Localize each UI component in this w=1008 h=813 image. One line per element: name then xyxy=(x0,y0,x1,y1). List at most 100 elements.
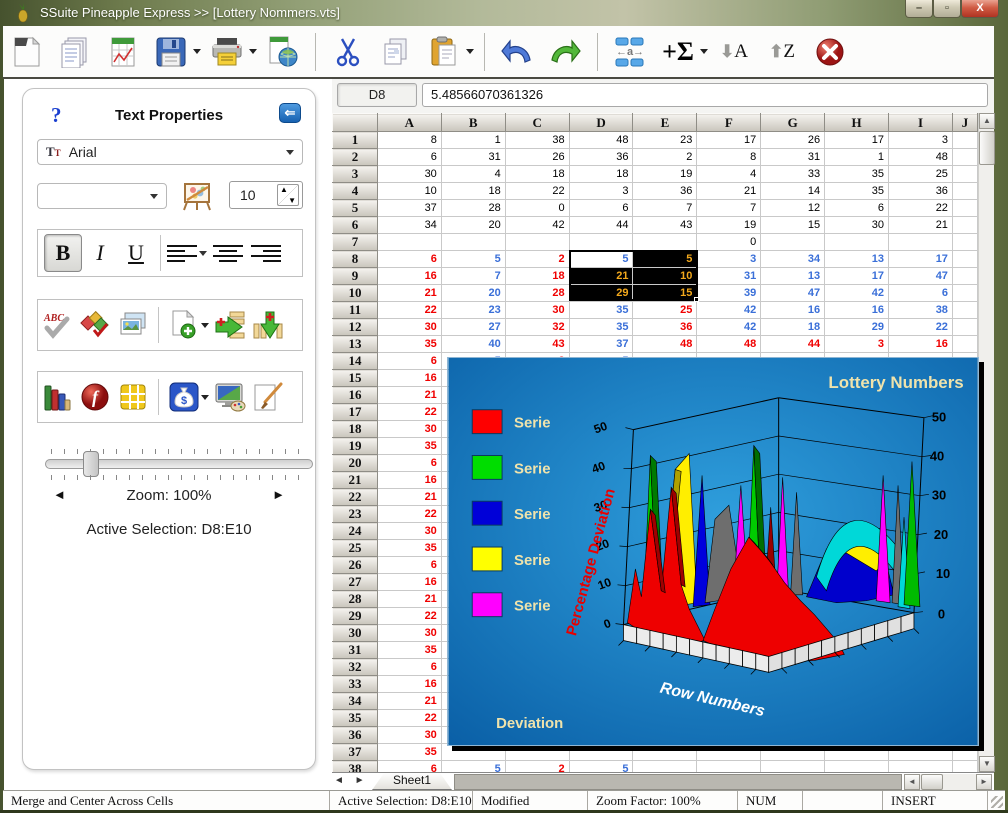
paste-menu-caret[interactable] xyxy=(466,49,474,54)
cell[interactable] xyxy=(697,761,761,773)
scroll-right-icon[interactable]: ► xyxy=(976,774,992,790)
cell[interactable]: 32 xyxy=(505,319,569,336)
row-header-10[interactable]: 10 xyxy=(333,285,378,302)
cell[interactable]: 20 xyxy=(441,217,505,234)
row-header-15[interactable]: 15 xyxy=(333,370,378,387)
cell[interactable]: 22 xyxy=(377,608,441,625)
cell[interactable]: 6 xyxy=(377,455,441,472)
cell[interactable]: 6 xyxy=(377,149,441,166)
cell[interactable]: 47 xyxy=(889,268,953,285)
cell[interactable]: 30 xyxy=(377,727,441,744)
sort-ascending-button[interactable]: ⬆Z xyxy=(762,32,802,72)
column-header-I[interactable]: I xyxy=(889,114,953,132)
add-sheet-button[interactable] xyxy=(165,305,203,345)
row-header-20[interactable]: 20 xyxy=(333,455,378,472)
insert-image-button[interactable] xyxy=(114,305,152,345)
row-header-8[interactable]: 8 xyxy=(333,251,378,268)
screen-theme-button[interactable] xyxy=(211,377,249,417)
cell[interactable]: 38 xyxy=(505,132,569,149)
cell[interactable] xyxy=(761,744,825,761)
cell[interactable]: 31 xyxy=(441,149,505,166)
cell[interactable]: 21 xyxy=(697,183,761,200)
scroll-up-icon[interactable]: ▲ xyxy=(979,113,995,129)
scroll-down-icon[interactable]: ▼ xyxy=(979,756,995,772)
cell[interactable]: 30 xyxy=(825,217,889,234)
open-copies-button[interactable] xyxy=(55,32,95,72)
font-size-stepper[interactable]: ▲ ▼ xyxy=(277,184,299,206)
cell[interactable] xyxy=(889,744,953,761)
horizontal-scrollbar[interactable]: ◄ ► xyxy=(904,774,992,790)
bold-button[interactable]: B xyxy=(44,234,82,272)
cell[interactable]: 6 xyxy=(889,285,953,302)
cell[interactable] xyxy=(569,744,633,761)
cell[interactable]: 18 xyxy=(441,183,505,200)
cell[interactable]: 21 xyxy=(377,489,441,506)
row-header-28[interactable]: 28 xyxy=(333,591,378,608)
cell[interactable]: 30 xyxy=(377,166,441,183)
cell[interactable]: 31 xyxy=(697,268,761,285)
column-header-G[interactable]: G xyxy=(761,114,825,132)
cell[interactable]: 4 xyxy=(697,166,761,183)
row-header-24[interactable]: 24 xyxy=(333,523,378,540)
spell-check-button[interactable]: ABC xyxy=(38,305,76,345)
cell[interactable]: 18 xyxy=(761,319,825,336)
cell[interactable] xyxy=(633,234,697,251)
cell[interactable] xyxy=(952,200,977,217)
cell[interactable]: 7 xyxy=(697,200,761,217)
row-header-2[interactable]: 2 xyxy=(333,149,378,166)
cell[interactable]: 17 xyxy=(825,132,889,149)
cell[interactable]: 8 xyxy=(697,149,761,166)
cell[interactable] xyxy=(633,761,697,773)
cell[interactable]: 15 xyxy=(633,285,697,302)
spreadsheet-document-button[interactable] xyxy=(103,32,143,72)
row-header-9[interactable]: 9 xyxy=(333,268,378,285)
print-menu-caret[interactable] xyxy=(249,49,257,54)
cell[interactable]: 16 xyxy=(377,472,441,489)
cell[interactable]: 21 xyxy=(377,285,441,302)
row-header-4[interactable]: 4 xyxy=(333,183,378,200)
cell[interactable]: 7 xyxy=(633,200,697,217)
save-button[interactable] xyxy=(151,32,191,72)
cell[interactable]: 0 xyxy=(505,200,569,217)
cell[interactable]: 35 xyxy=(377,744,441,761)
column-header-F[interactable]: F xyxy=(697,114,761,132)
cell[interactable]: 5 xyxy=(633,251,697,268)
merge-cells-button[interactable]: ←a→ xyxy=(610,32,650,72)
row-header-36[interactable]: 36 xyxy=(333,727,378,744)
cell[interactable]: 36 xyxy=(569,149,633,166)
row-header-13[interactable]: 13 xyxy=(333,336,378,353)
row-header-18[interactable]: 18 xyxy=(333,421,378,438)
close-button[interactable]: X xyxy=(961,0,999,18)
cell[interactable]: 19 xyxy=(697,217,761,234)
cell[interactable] xyxy=(505,744,569,761)
font-color-select[interactable] xyxy=(37,183,167,209)
cell[interactable] xyxy=(633,744,697,761)
title-bar[interactable]: SSuite Pineapple Express >> [Lottery Nom… xyxy=(0,0,1008,26)
cell[interactable] xyxy=(952,268,977,285)
row-header-5[interactable]: 5 xyxy=(333,200,378,217)
row-header-12[interactable]: 12 xyxy=(333,319,378,336)
cell[interactable]: 35 xyxy=(569,319,633,336)
cell[interactable] xyxy=(952,251,977,268)
cell[interactable]: 35 xyxy=(569,302,633,319)
cell[interactable]: 42 xyxy=(697,319,761,336)
row-header-6[interactable]: 6 xyxy=(333,217,378,234)
column-header-E[interactable]: E xyxy=(633,114,697,132)
cell[interactable] xyxy=(569,234,633,251)
cell[interactable]: 16 xyxy=(889,336,953,353)
cell[interactable]: 20 xyxy=(441,285,505,302)
cell[interactable]: 15 xyxy=(761,217,825,234)
zoom-increase-arrow[interactable]: ► xyxy=(272,487,285,502)
vertical-scroll-thumb[interactable] xyxy=(979,131,995,165)
row-header-14[interactable]: 14 xyxy=(333,353,378,370)
row-header-23[interactable]: 23 xyxy=(333,506,378,523)
zoom-slider-thumb[interactable] xyxy=(83,451,99,477)
row-header-29[interactable]: 29 xyxy=(333,608,378,625)
row-header-19[interactable]: 19 xyxy=(333,438,378,455)
column-header-H[interactable]: H xyxy=(825,114,889,132)
cell[interactable]: 17 xyxy=(697,132,761,149)
cell[interactable]: 37 xyxy=(569,336,633,353)
cell[interactable]: 6 xyxy=(377,761,441,773)
cell[interactable] xyxy=(825,234,889,251)
cell[interactable]: 36 xyxy=(889,183,953,200)
